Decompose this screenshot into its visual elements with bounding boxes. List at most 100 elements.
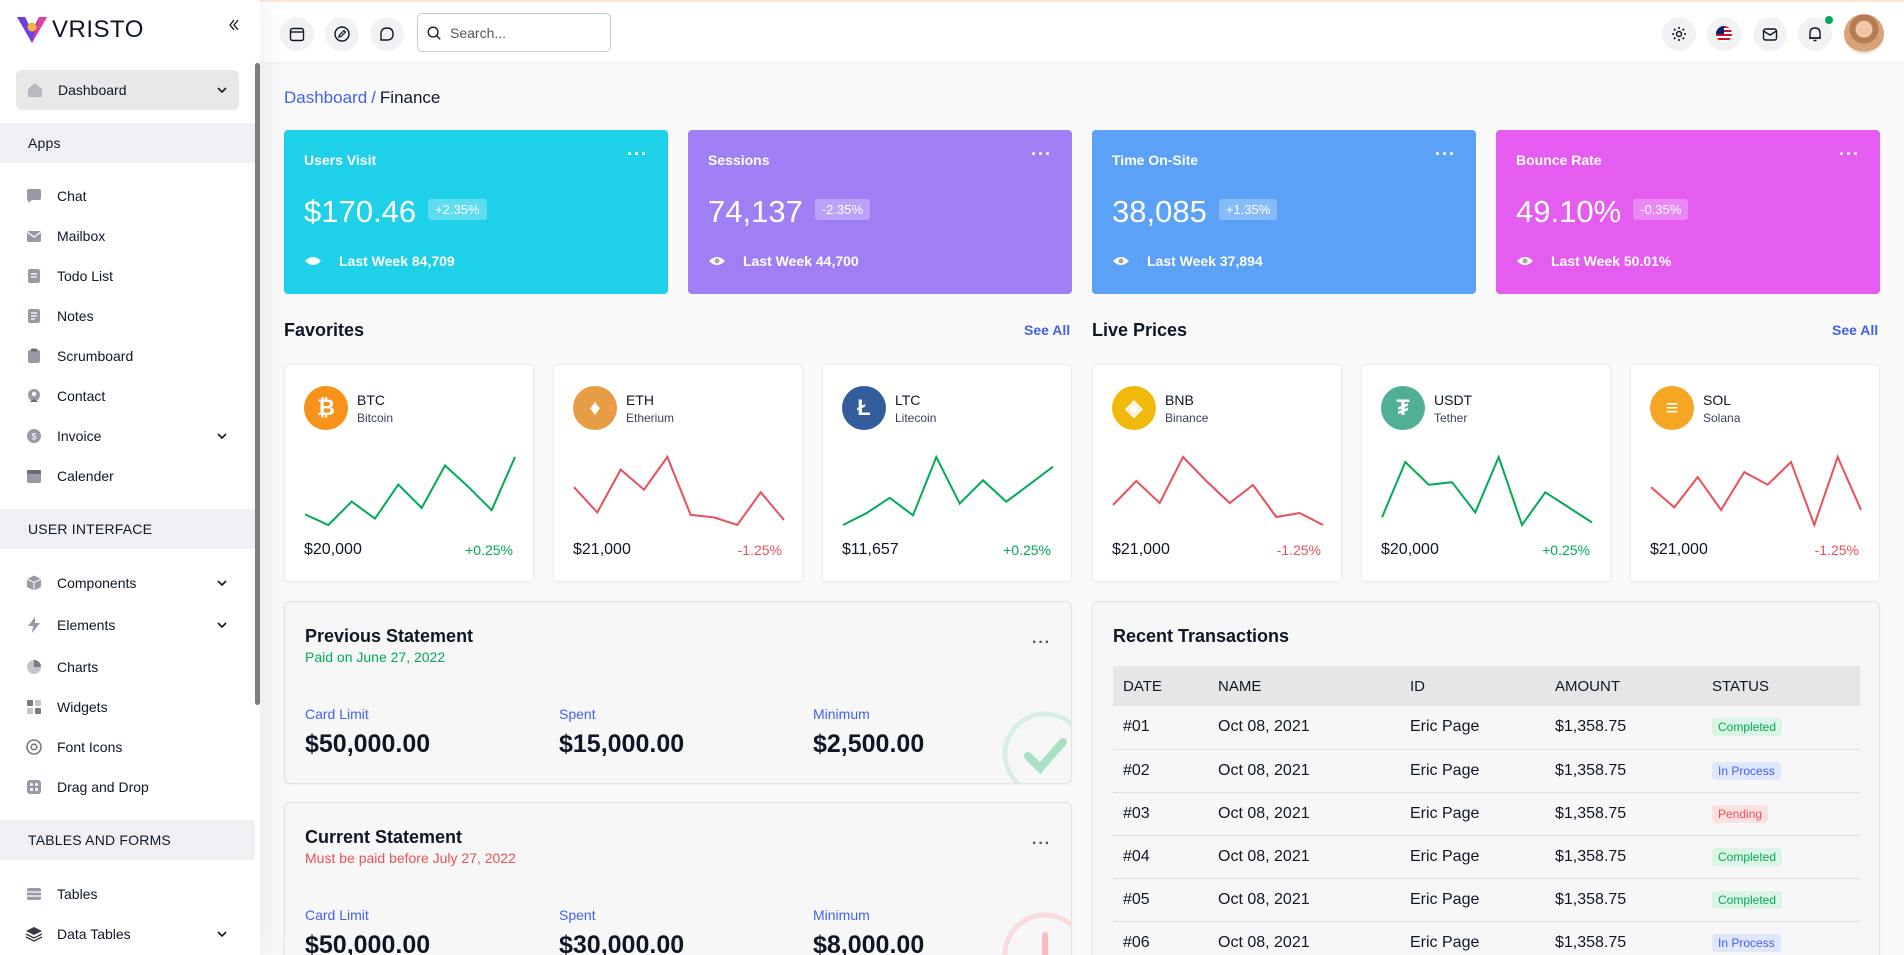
stat-value-wrap: $170.46 +2.35% [304, 194, 487, 230]
coin-card-sol[interactable]: ≡ SOL Solana $21,000 -1.25% [1630, 364, 1880, 582]
coin-symbol: SOL [1703, 392, 1732, 408]
column-header-status[interactable]: STATUS [1702, 666, 1860, 706]
sidebar: VRISTO Dashboard Apps Chat Mailbox Todo … [0, 0, 260, 955]
chat-button[interactable] [370, 17, 404, 51]
edit-icon [334, 26, 350, 42]
column-header-date[interactable]: DATE [1113, 666, 1208, 706]
edit-button[interactable] [325, 17, 359, 51]
sidebar-item-tables[interactable]: Tables [16, 876, 239, 912]
collapse-sidebar-icon[interactable] [223, 16, 245, 38]
settings-button[interactable] [1662, 17, 1696, 51]
stat-last-week-text: Last Week 44,700 [743, 253, 859, 269]
row-id: #05 [1113, 878, 1208, 922]
table-row[interactable]: #03 Oct 08, 2021 Eric Page $1,358.75 Pending [1113, 792, 1860, 836]
search-input[interactable] [450, 24, 600, 41]
eye-icon [305, 257, 321, 265]
table-row[interactable]: #04 Oct 08, 2021 Eric Page $1,358.75 Complet… [1113, 835, 1860, 879]
column-header-name[interactable]: NAME [1208, 666, 1400, 706]
sidebar-item-data-tables[interactable]: Data Tables [16, 916, 239, 952]
sidebar-item-label: Dashboard [58, 82, 127, 98]
more-options-icon[interactable]: ··· [1435, 144, 1456, 165]
language-button[interactable] [1707, 17, 1741, 51]
table-row[interactable]: #06 Oct 08, 2021 Eric Page $1,358.75 In Proc… [1113, 921, 1860, 955]
sidebar-item-drag-and-drop[interactable]: Drag and Drop [16, 769, 239, 805]
live-prices-see-all-link[interactable]: See All [1832, 322, 1878, 338]
more-options-icon[interactable]: ··· [1839, 144, 1860, 165]
sidebar-item-widgets[interactable]: Widgets [16, 689, 239, 725]
favorites-see-all-link[interactable]: See All [1024, 322, 1070, 338]
coin-price: $20,000 [1381, 541, 1439, 558]
coin-sparkline [1650, 454, 1862, 528]
notes-icon [25, 307, 43, 325]
sidebar-item-notes[interactable]: Notes [16, 298, 239, 334]
column-header-id[interactable]: ID [1400, 666, 1545, 706]
status-badge: Completed [1712, 718, 1783, 737]
sidebar-item-font-icons[interactable]: Font Icons [16, 729, 239, 765]
sidebar-item-contact[interactable]: Contact [16, 378, 239, 414]
chat-icon [25, 187, 43, 205]
row-id: #06 [1113, 921, 1208, 955]
coin-price: $21,000 [573, 541, 631, 558]
sidebar-item-label: Drag and Drop [57, 779, 149, 795]
breadcrumb-dashboard[interactable]: Dashboard [284, 88, 367, 107]
sidebar-item-charts[interactable]: Charts [16, 649, 239, 685]
sidebar-scrollbar[interactable] [255, 63, 260, 705]
coin-change: +0.25% [1003, 542, 1051, 558]
table-row[interactable]: #05 Oct 08, 2021 Eric Page $1,358.75 Complet… [1113, 878, 1860, 922]
messages-button[interactable] [1753, 17, 1787, 51]
coin-change: -1.25% [737, 542, 782, 558]
column-header-amount[interactable]: AMOUNT [1545, 666, 1702, 706]
sidebar-item-label: Contact [57, 388, 106, 404]
statement-subtitle: Paid on June 27, 2022 [305, 649, 446, 665]
coin-symbol: BNB [1165, 392, 1194, 408]
sidebar-item-todo-list[interactable]: Todo List [16, 258, 239, 294]
stat-last-week-text: Last Week 37,894 [1147, 253, 1263, 269]
sidebar-section-tables-and-forms: TABLES AND FORMS [0, 820, 255, 860]
statement-label: Minimum [813, 706, 870, 722]
more-options-icon[interactable]: ··· [1031, 144, 1052, 165]
sidebar-item-scrumboard[interactable]: Scrumboard [16, 338, 239, 374]
calendar-button[interactable] [280, 17, 314, 51]
statement-minimum: Minimum $8,000.00 [813, 907, 924, 955]
stat-value: 38,085 [1112, 194, 1207, 229]
sparkline-line [1650, 454, 1862, 528]
sidebar-item-calender[interactable]: Calender [16, 458, 239, 494]
sidebar-item-invoice[interactable]: $ Invoice [16, 418, 239, 454]
coin-card-bnb[interactable]: ◈ BNB Binance $21,000 -1.25% [1092, 364, 1342, 582]
check-circle-icon [1002, 711, 1071, 783]
coin-card-usdt[interactable]: ₮ USDT Tether $20,000 +0.25% [1361, 364, 1611, 582]
statement-value: $15,000.00 [559, 730, 685, 758]
coin-card-btc[interactable]: ₿ BTC Bitcoin $20,000 +0.25% [284, 364, 534, 582]
stat-title: Time On-Site [1112, 152, 1199, 168]
row-amount: $1,358.75 [1545, 878, 1702, 922]
notification-dot [1825, 16, 1833, 24]
eye-icon [1113, 257, 1129, 265]
coin-card-ltc[interactable]: Ł LTC Litecoin $11,657 +0.25% [822, 364, 1072, 582]
sidebar-item-chat[interactable]: Chat [16, 178, 239, 214]
binance-icon: ◈ [1112, 386, 1156, 430]
coin-symbol: BTC [357, 392, 385, 408]
coin-sparkline [304, 456, 516, 527]
components-icon [25, 574, 43, 592]
more-options-icon[interactable]: ··· [627, 144, 648, 165]
table-row[interactable]: #01 Oct 08, 2021 Eric Page $1,358.75 Complet… [1113, 706, 1860, 750]
more-options-icon[interactable]: ··· [1032, 835, 1051, 853]
coin-card-eth[interactable]: ♦ ETH Etherium $21,000 -1.25% [553, 364, 803, 582]
sidebar-item-label: Charts [57, 659, 99, 675]
logo[interactable]: VRISTO [15, 14, 144, 46]
sidebar-item-mailbox[interactable]: Mailbox [16, 218, 239, 254]
statement-minimum: Minimum $2,500.00 [813, 706, 924, 759]
sidebar-item-label: Todo List [57, 268, 114, 284]
row-status: Completed [1702, 706, 1860, 750]
sidebar-item-components[interactable]: Components [16, 565, 239, 601]
avatar[interactable] [1844, 14, 1884, 54]
more-options-icon[interactable]: ··· [1032, 634, 1051, 652]
sidebar-item-elements[interactable]: Elements [16, 607, 239, 643]
coin-change: -1.25% [1276, 542, 1321, 558]
sidebar-item-label: Calender [57, 468, 114, 484]
at-sign-icon [25, 738, 43, 756]
coin-symbol: USDT [1434, 392, 1473, 408]
sidebar-item-dashboard[interactable]: Dashboard [16, 70, 239, 110]
vristo-logo-icon [17, 17, 47, 43]
table-row[interactable]: #02 Oct 08, 2021 Eric Page $1,358.75 In Proc… [1113, 749, 1860, 793]
